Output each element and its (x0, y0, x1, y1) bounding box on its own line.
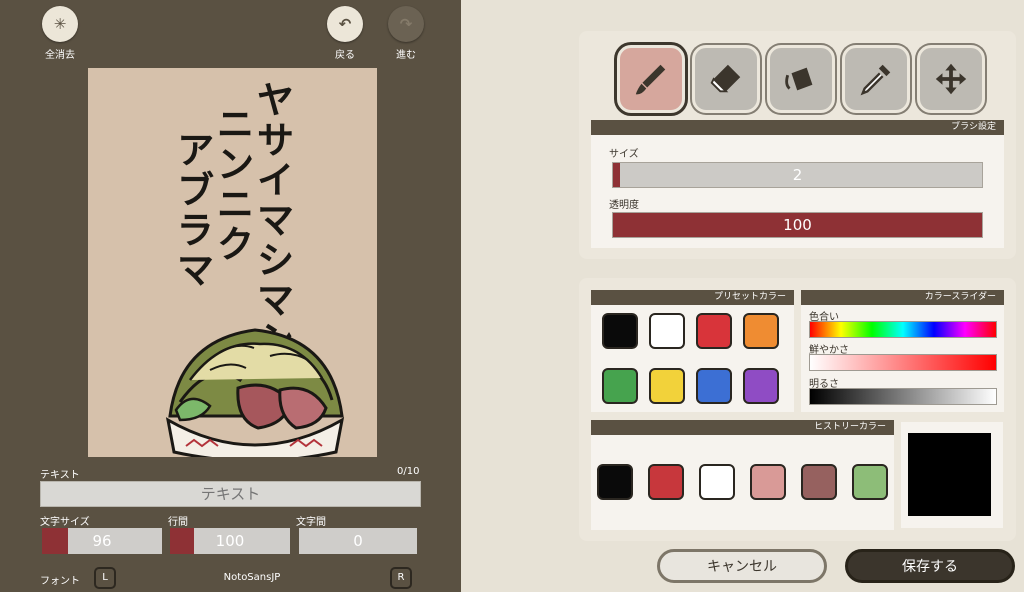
bucket-icon (785, 67, 813, 91)
next-font-key-icon[interactable]: R (390, 567, 412, 589)
prev-font-key-icon[interactable]: L (94, 567, 116, 589)
brightness-slider[interactable] (809, 388, 997, 405)
history-colors-title: ヒストリーカラー (591, 420, 894, 435)
brush-icon (635, 64, 666, 95)
history-color-swatch[interactable] (801, 464, 837, 500)
history-color-swatch[interactable] (699, 464, 735, 500)
line-spacing-label: 行間 (168, 517, 188, 528)
undo-button[interactable]: ↶ 戻る (325, 6, 365, 61)
clear-all-icon: ✳ (42, 6, 78, 42)
line-spacing-value: 100 (215, 532, 245, 550)
letter-spacing-slider[interactable]: 0 (299, 528, 417, 554)
tool-move[interactable] (917, 45, 985, 113)
history-color-swatch[interactable] (597, 464, 633, 500)
tool-eyedropper[interactable] (842, 45, 910, 113)
brush-settings-title: ブラシ設定 (591, 120, 1004, 135)
history-color-swatch[interactable] (648, 464, 684, 500)
font-label: フォント (40, 576, 80, 587)
save-button[interactable]: 保存する (845, 549, 1015, 583)
clear-all-button[interactable]: ✳ 全消去 (40, 6, 80, 61)
canvas-text-column-3: アブラマ (170, 130, 215, 290)
redo-button[interactable]: ↷ 進む (386, 6, 426, 61)
cancel-label: キャンセル (707, 559, 777, 575)
text-input[interactable] (40, 481, 421, 507)
preset-color-swatch[interactable] (649, 313, 685, 349)
clear-all-label: 全消去 (45, 50, 75, 61)
eraser-icon (710, 64, 741, 93)
font-size-value: 96 (92, 532, 112, 550)
history-color-swatch[interactable] (852, 464, 888, 500)
preset-color-swatch[interactable] (696, 313, 732, 349)
redo-label: 進む (396, 50, 416, 61)
font-size-slider[interactable]: 96 (42, 528, 162, 554)
text-counter: 0/10 (397, 466, 420, 477)
opacity-label: 透明度 (609, 200, 639, 211)
canvas-text-column-2: ニンニク (210, 104, 255, 264)
hue-slider[interactable] (809, 321, 997, 338)
letter-spacing-value: 0 (353, 532, 363, 550)
drawing-canvas[interactable]: ヤサイマシマシ ニンニク アブラマ (88, 68, 377, 457)
preset-color-swatch[interactable] (743, 368, 779, 404)
eyedropper-icon (860, 64, 891, 96)
brush-size-slider[interactable]: 2 (612, 162, 983, 188)
font-name: NotoSansJP (223, 572, 281, 583)
current-color-preview (908, 433, 991, 516)
letter-spacing-label: 文字間 (296, 517, 326, 528)
undo-label: 戻る (335, 50, 355, 61)
opacity-slider[interactable]: 100 (612, 212, 983, 238)
history-color-swatch[interactable] (750, 464, 786, 500)
cancel-button[interactable]: キャンセル (657, 549, 827, 583)
preset-color-swatch[interactable] (743, 313, 779, 349)
color-slider-title: カラースライダー (801, 290, 1004, 305)
brush-size-value: 2 (792, 166, 803, 184)
canvas-text-column-1: ヤサイマシマシ (250, 80, 295, 360)
redo-icon: ↷ (388, 6, 424, 42)
tool-brush[interactable] (617, 45, 685, 113)
preset-color-swatch[interactable] (696, 368, 732, 404)
opacity-value: 100 (783, 216, 812, 234)
preset-color-swatch[interactable] (602, 368, 638, 404)
text-label: テキスト (40, 470, 80, 481)
preset-color-swatch[interactable] (602, 313, 638, 349)
font-size-label: 文字サイズ (40, 517, 90, 528)
move-icon (935, 63, 967, 95)
saturation-slider[interactable] (809, 354, 997, 371)
line-spacing-slider[interactable]: 100 (170, 528, 290, 554)
history-colors-section (591, 420, 894, 530)
preset-colors-title: プリセットカラー (591, 290, 794, 305)
tool-eraser[interactable] (692, 45, 760, 113)
tool-bucket[interactable] (767, 45, 835, 113)
ramen-illustration (165, 328, 345, 457)
undo-icon: ↶ (327, 6, 363, 42)
size-label: サイズ (609, 149, 639, 160)
preset-color-swatch[interactable] (649, 368, 685, 404)
text-editor-panel: ✳ 全消去 ↶ 戻る ↷ 進む ヤサイマシマシ ニンニク アブラマ テキスト 0… (0, 0, 461, 592)
save-label: 保存する (902, 559, 958, 575)
